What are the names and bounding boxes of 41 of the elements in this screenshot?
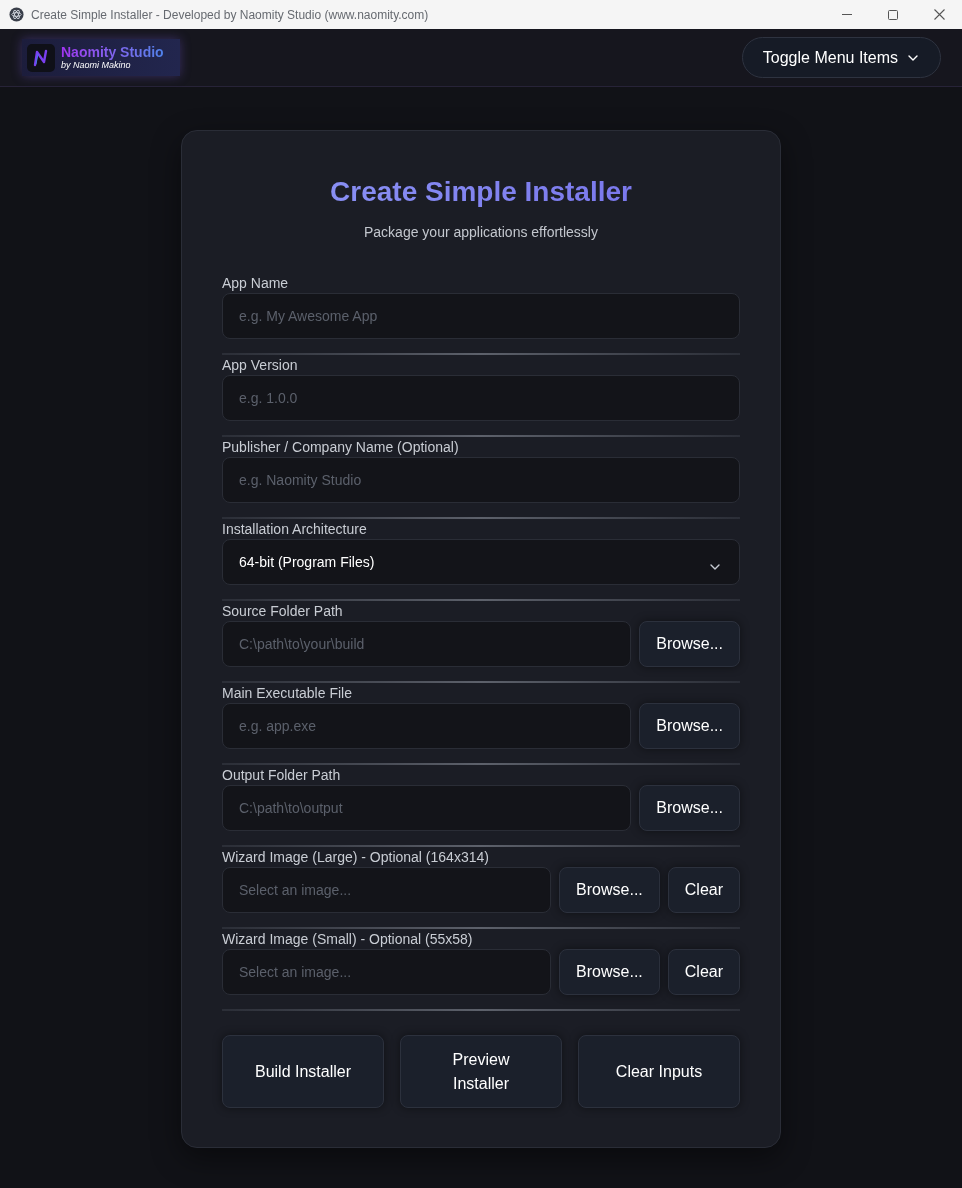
preview-installer-button[interactable]: Preview Installer — [400, 1035, 562, 1108]
field-label: Wizard Image (Large) - Optional (164x314) — [222, 849, 490, 866]
browse-button[interactable]: Browse... — [639, 621, 740, 667]
text-input-field[interactable]: e.g. My Awesome App — [222, 293, 740, 339]
chevron-down-icon — [908, 54, 918, 61]
text-input-field[interactable]: e.g. 1.0.0 — [222, 375, 740, 421]
text-input-field[interactable]: C:\path\to\output — [222, 785, 632, 831]
toggle-menu-button[interactable]: Toggle Menu Items — [741, 37, 941, 78]
chevron-down-icon — [710, 564, 720, 570]
form-subtitle: Package your applications effortlessly — [363, 223, 599, 241]
field-label: App Name — [222, 275, 290, 292]
field-label: App Version — [222, 357, 299, 374]
field-label: Source Folder Path — [222, 603, 344, 620]
text-input-field[interactable]: e.g. app.exe — [222, 703, 632, 749]
field-label: Main Executable File — [222, 685, 353, 702]
field-label: Wizard Image (Small) - Optional (55x58) — [222, 931, 474, 948]
window-title: Create Simple Installer - Developed by Naomity Studio (www.naomity.com) — [31, 6, 429, 24]
architecture-dropdown[interactable]: 64-bit (Program Files) — [222, 539, 740, 585]
maximize-icon — [888, 9, 898, 20]
field-label: Output Folder Path — [222, 767, 342, 784]
text-input-field[interactable]: e.g. Naomity Studio — [222, 457, 740, 503]
clear-inputs-button[interactable]: Clear Inputs — [578, 1035, 740, 1108]
browse-button[interactable]: Browse... — [559, 949, 660, 995]
logo-byline: by Naomi Makino — [61, 60, 132, 71]
app-icon — [9, 7, 24, 22]
text-input-field[interactable]: C:\path\to\your\build — [222, 621, 632, 667]
text-input-field[interactable]: Select an image... — [222, 867, 552, 913]
field-label: Publisher / Company Name (Optional) — [222, 439, 460, 456]
logo-name: Naomity Studio — [61, 44, 164, 60]
logo-badge[interactable]: Naomity Studio by Naomi Makino — [22, 39, 180, 76]
browse-button[interactable]: Browse... — [639, 785, 740, 831]
text-input-field[interactable]: Select an image... — [222, 949, 552, 995]
browse-button[interactable]: Browse... — [639, 703, 740, 749]
build-installer-button[interactable]: Build Installer — [222, 1035, 384, 1108]
clear-button[interactable]: Clear — [667, 949, 740, 995]
clear-button[interactable]: Clear — [667, 867, 740, 913]
field-label: Installation Architecture — [222, 521, 368, 538]
close-icon — [933, 9, 945, 20]
logo-icon — [27, 43, 55, 72]
minimize-icon — [842, 14, 852, 15]
browse-button[interactable]: Browse... — [559, 867, 660, 913]
